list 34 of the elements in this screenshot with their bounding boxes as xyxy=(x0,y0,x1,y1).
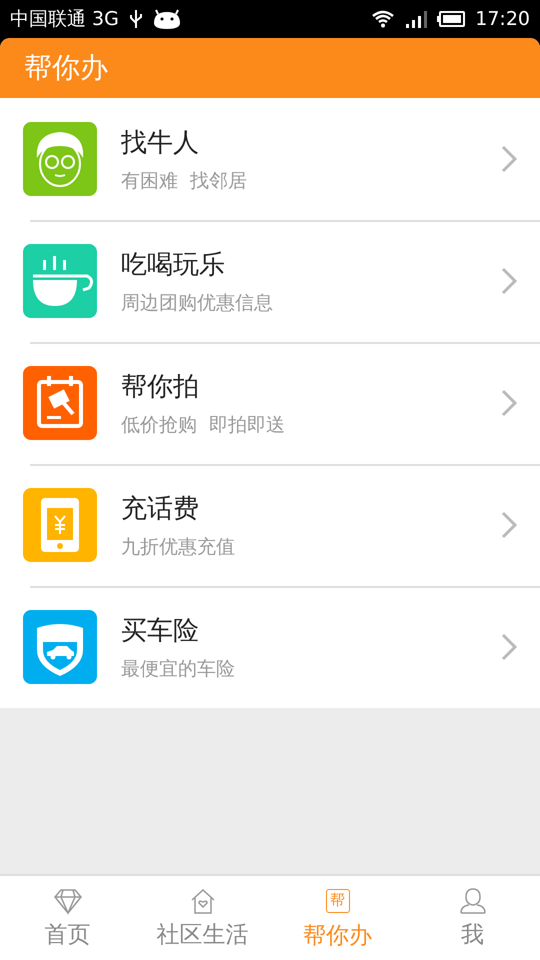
carrier-text: 中国联通 3G xyxy=(10,7,119,32)
service-item[interactable]: 买车险 最便宜的车险 xyxy=(0,586,540,708)
clock-text: 17:20 xyxy=(475,8,530,30)
service-item[interactable]: 充话费 九折优惠充值 xyxy=(0,464,540,586)
chevron-icon xyxy=(500,144,518,174)
battery-icon xyxy=(437,11,466,27)
usb-icon xyxy=(128,9,143,29)
item-subtitle: 最便宜的车险 xyxy=(121,656,236,682)
item-subtitle: 低价抢购 即拍即送 xyxy=(121,412,286,438)
item-title: 买车险 xyxy=(121,614,200,648)
item-subtitle: 有困难 找邻居 xyxy=(121,168,248,194)
item-subtitle: 周边团购优惠信息 xyxy=(121,290,274,316)
service-item[interactable]: 帮你拍 低价抢购 即拍即送 xyxy=(0,342,540,464)
service-item[interactable]: 找牛人 有困难 找邻居 xyxy=(0,98,540,220)
tab[interactable]: 社区生活 xyxy=(135,876,270,960)
item-subtitle: 九折优惠充值 xyxy=(121,534,236,560)
robot-icon xyxy=(152,9,181,29)
chevron-icon xyxy=(500,388,518,418)
tab-badge: 帮 xyxy=(326,888,350,912)
chevron-icon xyxy=(500,510,518,540)
chevron-icon xyxy=(500,632,518,662)
tab[interactable]: 我 xyxy=(405,876,540,960)
item-title: 找牛人 xyxy=(121,126,200,160)
diamond-icon xyxy=(52,886,82,914)
service-item[interactable]: 吃喝玩乐 周边团购优惠信息 xyxy=(0,220,540,342)
person-icon xyxy=(458,886,488,914)
wifi-icon xyxy=(371,10,396,28)
chevron-icon xyxy=(500,266,518,296)
item-title: 吃喝玩乐 xyxy=(121,248,226,282)
item-title: 充话费 xyxy=(121,492,200,526)
item-title: 帮你拍 xyxy=(121,370,200,404)
page-title: 帮你办 xyxy=(24,50,108,86)
tab[interactable]: 首页 xyxy=(0,876,135,960)
signal-icon xyxy=(405,10,428,28)
